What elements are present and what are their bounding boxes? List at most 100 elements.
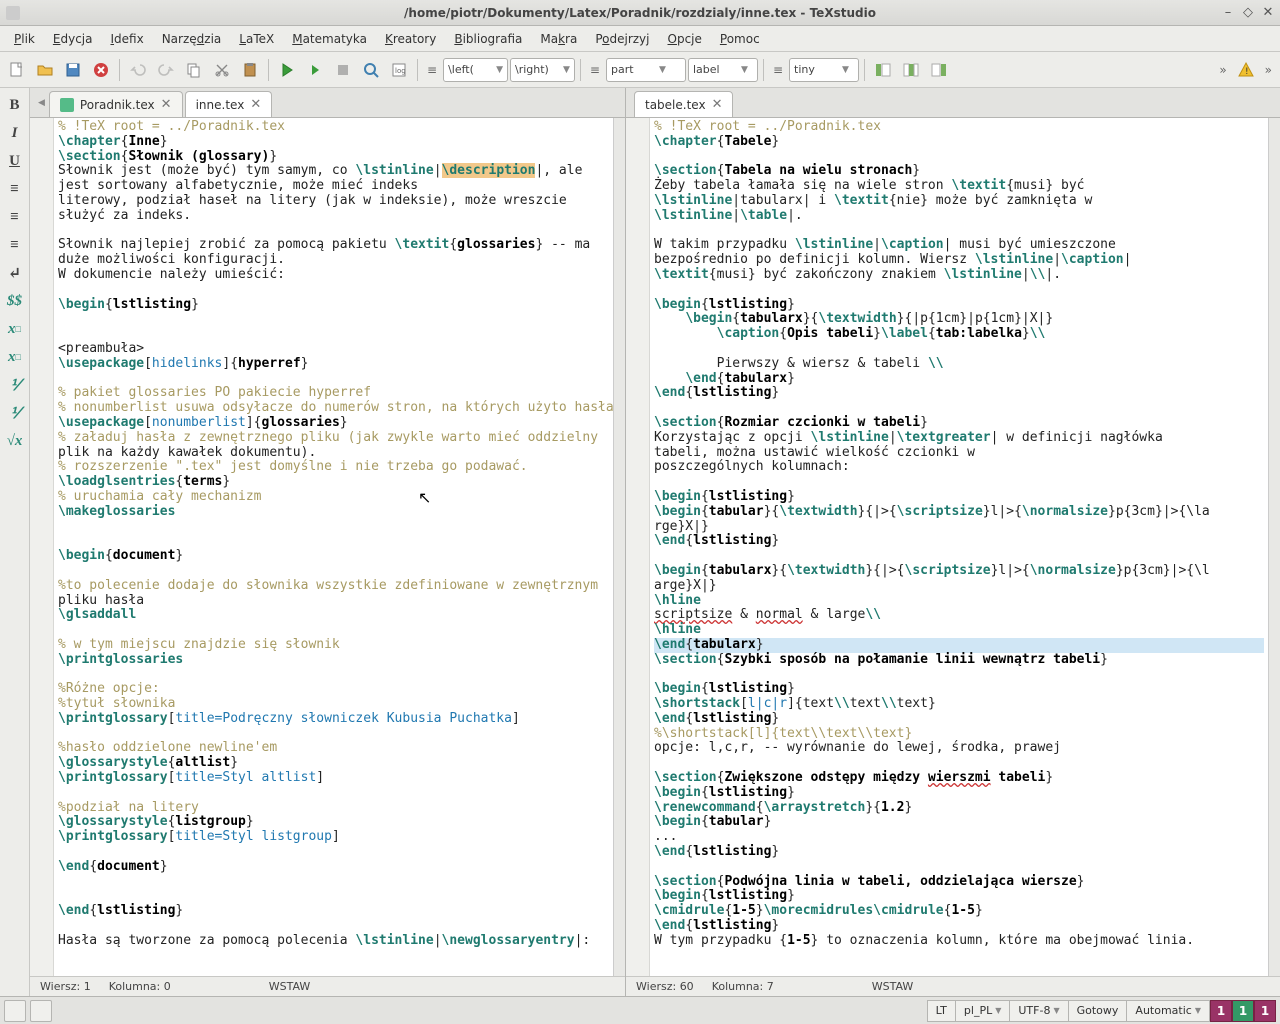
window-controls: – ◇ ✕ [1220, 5, 1276, 21]
menu-edycja[interactable]: Edycja [45, 29, 101, 49]
overflow-button-2[interactable]: » [1261, 63, 1276, 77]
workarea: B I U ≡ ≡ ≡ ↵ $$ x□ x□ ⅟ ⅟ √x ◀ Poradnik… [0, 88, 1280, 996]
expand-icon[interactable]: ≡ [769, 63, 787, 77]
col-left-button[interactable] [870, 57, 896, 83]
gutter-left [30, 118, 54, 976]
align-center-button[interactable]: ≡ [4, 206, 26, 228]
col-mid-button[interactable] [898, 57, 924, 83]
view-pdf-button[interactable] [358, 57, 384, 83]
right-delim-combo[interactable]: \right)▼ [510, 58, 575, 82]
separator [119, 59, 120, 81]
menu-opcje[interactable]: Opcje [660, 29, 710, 49]
vertical-toolbar: B I U ≡ ≡ ≡ ↵ $$ x□ x□ ⅟ ⅟ √x [0, 88, 30, 996]
cursor-row: Wiersz: 1 [40, 980, 91, 993]
menu-bibliografia[interactable]: Bibliografia [446, 29, 530, 49]
close-button[interactable]: ✕ [1260, 5, 1276, 21]
tab-label: inne.tex [196, 98, 245, 112]
close-icon[interactable]: ✕ [712, 97, 723, 112]
tab-poradnik[interactable]: Poradnik.tex ✕ [49, 91, 183, 117]
cursor-col: Kolumna: 0 [109, 980, 171, 993]
log-button[interactable] [30, 1000, 52, 1022]
languagetool-button[interactable]: LT [927, 1000, 956, 1022]
separator [763, 59, 764, 81]
close-icon[interactable]: ✕ [250, 97, 261, 112]
section-combo[interactable]: part▼ [606, 58, 686, 82]
ready-status: Gotowy [1069, 1000, 1128, 1022]
math-sub-button[interactable]: x□ [4, 318, 26, 340]
scrollbar-left[interactable] [613, 118, 625, 976]
menu-makra[interactable]: Makra [532, 29, 585, 49]
tab-left-arrow-icon[interactable]: ◀ [38, 98, 49, 108]
math-dollar-button[interactable]: $$ [4, 290, 26, 312]
math-dfrac-button[interactable]: ⅟ [4, 402, 26, 424]
menu-podejrzyj[interactable]: Podejrzyj [587, 29, 657, 49]
expand-icon[interactable]: ≡ [423, 63, 441, 77]
redo-button[interactable] [153, 57, 179, 83]
editor-left[interactable]: % !TeX root = ../Poradnik.tex \chapter{I… [54, 118, 613, 976]
compile-button[interactable] [302, 57, 328, 83]
tab-label: Poradnik.tex [80, 98, 155, 112]
italic-button[interactable]: I [4, 122, 26, 144]
file-icon [60, 98, 74, 112]
menu-plik[interactable]: Plik [6, 29, 43, 49]
bold-button[interactable]: B [4, 94, 26, 116]
label-combo[interactable]: label▼ [688, 58, 758, 82]
insert-mode: WSTAW [872, 980, 914, 993]
badge-2[interactable]: 1 [1232, 1000, 1254, 1022]
encoding-button[interactable]: UTF-8▼ [1010, 1000, 1068, 1022]
expand-icon[interactable]: ≡ [586, 63, 604, 77]
newline-button[interactable]: ↵ [4, 262, 26, 284]
tab-tabele[interactable]: tabele.tex ✕ [634, 91, 733, 117]
build-run-button[interactable] [274, 57, 300, 83]
statusbar-left: Wiersz: 1 Kolumna: 0 WSTAW [30, 976, 625, 996]
close-icon[interactable]: ✕ [161, 97, 172, 112]
menu-idefix[interactable]: Idefix [102, 29, 151, 49]
fontsize-combo[interactable]: tiny▼ [789, 58, 859, 82]
new-file-button[interactable] [4, 57, 30, 83]
menu-kreatory[interactable]: Kreatory [377, 29, 444, 49]
underline-button[interactable]: U [4, 150, 26, 172]
language-button[interactable]: pl_PL▼ [956, 1000, 1010, 1022]
align-right-button[interactable]: ≡ [4, 234, 26, 256]
math-sqrt-button[interactable]: √x [4, 430, 26, 452]
save-button[interactable] [60, 57, 86, 83]
scrollbar-right[interactable] [1268, 118, 1280, 976]
editor-pane-right: tabele.tex ✕ % !TeX root = ../Poradnik.t… [626, 88, 1280, 996]
copy-button[interactable] [181, 57, 207, 83]
badge-1[interactable]: 1 [1210, 1000, 1232, 1022]
overflow-button[interactable]: » [1215, 63, 1230, 77]
tabbar-right: tabele.tex ✕ [626, 88, 1280, 118]
root-mode-button[interactable]: Automatic▼ [1127, 1000, 1210, 1022]
svg-text:!: ! [1245, 67, 1249, 77]
menu-matematyka[interactable]: Matematyka [284, 29, 375, 49]
cut-button[interactable] [209, 57, 235, 83]
window-title: /home/piotr/Dokumenty/Latex/Poradnik/roz… [404, 6, 876, 20]
tab-inne[interactable]: inne.tex ✕ [185, 91, 273, 117]
math-sup-button[interactable]: x□ [4, 346, 26, 368]
maximize-button[interactable]: ◇ [1240, 5, 1256, 21]
editor-pane-left: ◀ Poradnik.tex ✕ inne.tex ✕ % !TeX root … [30, 88, 626, 996]
insert-mode: WSTAW [269, 980, 311, 993]
open-file-button[interactable] [32, 57, 58, 83]
minimize-button[interactable]: – [1220, 5, 1236, 21]
stop-button[interactable] [330, 57, 356, 83]
tabbar-left: ◀ Poradnik.tex ✕ inne.tex ✕ [30, 88, 625, 118]
separator [417, 59, 418, 81]
left-delim-combo[interactable]: \left(▼ [443, 58, 508, 82]
view-log-button[interactable]: log [386, 57, 412, 83]
menu-pomoc[interactable]: Pomoc [712, 29, 768, 49]
col-right-button[interactable] [926, 57, 952, 83]
warning-icon[interactable]: ! [1233, 57, 1259, 83]
menu-latex[interactable]: LaTeX [231, 29, 282, 49]
paste-button[interactable] [237, 57, 263, 83]
menu-narzedzia[interactable]: Narzędzia [154, 29, 230, 49]
messages-button[interactable] [4, 1000, 26, 1022]
editor-right[interactable]: % !TeX root = ../Poradnik.tex \chapter{T… [650, 118, 1268, 976]
cursor-row: Wiersz: 60 [636, 980, 694, 993]
separator [268, 59, 269, 81]
math-frac-button[interactable]: ⅟ [4, 374, 26, 396]
badge-3[interactable]: 1 [1254, 1000, 1276, 1022]
align-left-button[interactable]: ≡ [4, 178, 26, 200]
close-file-button[interactable] [88, 57, 114, 83]
undo-button[interactable] [125, 57, 151, 83]
